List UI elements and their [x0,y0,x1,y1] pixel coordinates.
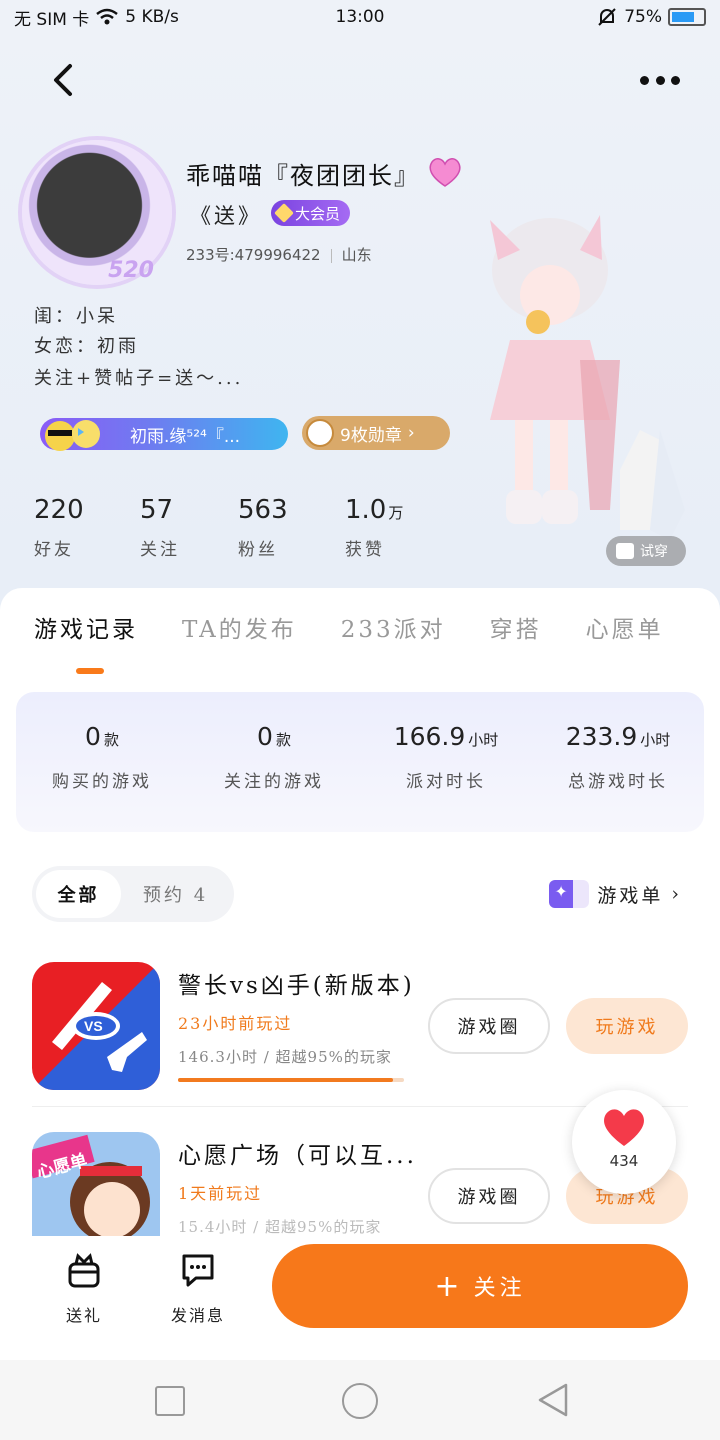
nickname: 乖喵喵『夜团团长』 [186,162,420,190]
heart-icon [604,1109,644,1146]
active-tab-indicator [76,668,104,674]
filter-all[interactable]: 全部 [36,870,122,918]
heart-decoration-icon [429,158,461,187]
battery-icon [668,8,706,26]
game-list-link[interactable]: 游戏单 › [549,880,682,908]
chevron-right-icon: › [407,423,415,443]
tab-bar: 游戏记录 TA的发布 233派对 穿搭 心愿单 [34,610,664,644]
tab-game-records[interactable]: 游戏记录 [34,610,138,644]
plus-icon: + [434,1268,464,1304]
chat-bubble-icon [182,1254,214,1287]
user-id-line: 233号:479996422 山东 [186,244,372,265]
vip-badge[interactable]: 大会员 [271,200,351,226]
gift-icon [68,1253,100,1288]
bio-line: 闺：小呆 [34,306,118,327]
try-on-button[interactable]: 试穿 [606,536,686,566]
mute-bell-icon [598,8,616,26]
clock: 13:00 [335,7,385,27]
game-summary-card: 0 款购买的游戏 0 款关注的游戏 166.9 小时 派对时长 233.9 小时 总游戏时长 [16,692,704,832]
nickname-subtitle: 《送》 [190,204,262,228]
game-filter: 全部 预约 4 [32,866,234,922]
play-progress-bar [178,1078,404,1082]
summary-party-time: 166.9 小时 派对时长 [393,722,499,792]
bio-line: 关注+赞帖子=送～... [34,368,244,389]
carrier-text: 无 SIM 卡 [14,9,90,30]
game-circle-button[interactable]: 游戏圈 [428,998,550,1054]
filter-reserved[interactable]: 预约 4 [121,870,230,918]
follow-label: 关注 [473,1276,526,1301]
play-hours: 15.4小时 / 超越95%的玩家 [178,1218,382,1236]
tab-posts[interactable]: TA的发布 [182,610,297,644]
try-on-label: 试穿 [640,544,668,560]
stat-fans[interactable]: 563 粉丝 [238,495,288,560]
character-avatar-image [490,215,685,540]
stat-following[interactable]: 57 关注 [140,495,180,560]
stat-friends[interactable]: 220 好友 [34,495,84,560]
tab-outfits[interactable]: 穿搭 [490,610,542,644]
avatar-frame-badge: 520 [108,258,154,283]
list-item[interactable]: VS 警长vs凶手(新版本) 23小时前玩过 146.3小时 / 超越95%的玩… [32,962,688,1092]
wifi-icon [96,8,119,25]
back-arrow-icon[interactable] [48,62,80,98]
follow-button[interactable]: + 关注 [272,1244,688,1328]
battery-percent: 75% [624,7,662,27]
recent-apps-icon[interactable] [155,1386,185,1416]
bio-line: 女恋：初雨 [34,336,139,357]
stat-likes[interactable]: 1.0 万获赞 [345,495,403,560]
like-count: 434 [609,1152,639,1170]
couple-tag-text: 初雨.缘⁵²⁴『... [130,426,241,447]
vip-gem-icon [274,203,294,223]
summary-total-time: 233.9 小时 总游戏时长 [565,722,671,792]
status-bar: 无 SIM 卡 5 KB/s 13:00 75% [0,0,720,34]
game-circle-button[interactable]: 游戏圈 [428,1168,550,1224]
game-title: 警长vs凶手(新版本) [178,973,415,999]
tab-wishlist[interactable]: 心愿单 [586,610,664,644]
region: 山东 [341,246,372,264]
message-label: 发消息 [170,1306,225,1325]
last-played: 1天前玩过 [178,1184,263,1203]
medals-button[interactable]: 9枚勋章 › [302,416,450,450]
couple-emoji-icon [45,420,100,451]
medal-icon [306,419,334,447]
play-hours: 146.3小时 / 超越95%的玩家 [178,1048,392,1066]
gift-button[interactable]: 送礼 [44,1250,124,1326]
vip-label: 大会员 [295,204,341,223]
couple-tag[interactable]: 初雨.缘⁵²⁴『... [40,418,288,451]
sparkle-icon [549,880,590,908]
network-speed: 5 KB/s [125,7,179,27]
bottom-action-bar: 送礼 发消息 + 关注 [0,1236,720,1360]
play-game-button[interactable]: 玩游戏 [566,998,688,1054]
game-icon: VS [32,962,160,1090]
home-icon[interactable] [342,1383,378,1419]
summary-purchased: 0 款购买的游戏 [52,722,152,792]
game-list-label: 游戏单 [597,884,664,907]
system-nav-bar [0,1360,720,1440]
medals-label: 9枚勋章 [340,425,402,446]
game-icon [32,1132,160,1236]
summary-followed: 0 款关注的游戏 [224,722,324,792]
tab-party[interactable]: 233派对 [341,610,446,644]
game-title: 心愿广场（可以互... [178,1143,417,1169]
shirt-icon [616,543,634,559]
back-triangle-icon[interactable] [536,1382,570,1418]
like-float-button[interactable]: 434 [572,1090,676,1194]
last-played: 23小时前玩过 [178,1014,293,1033]
more-options-icon[interactable] [640,68,680,92]
message-button[interactable]: 发消息 [158,1250,238,1326]
gift-label: 送礼 [65,1306,102,1325]
avatar[interactable]: 520 [22,140,172,285]
chevron-right-icon: › [671,883,682,905]
svg-text:VS: VS [84,1018,103,1034]
user-id: 233号:479996422 [186,246,321,264]
